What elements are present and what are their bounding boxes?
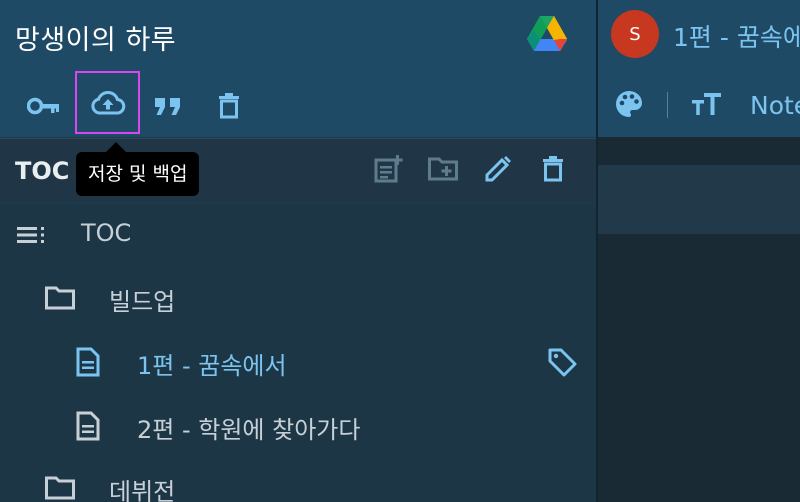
text-size-button[interactable] — [689, 86, 725, 122]
document-icon — [72, 410, 104, 442]
tree-item-label: 빌드업 — [109, 288, 176, 316]
tree-item-label: 2편 - 학원에 찾아가다 — [137, 416, 361, 444]
tree-item-folder[interactable]: 데뷔전 — [0, 458, 596, 502]
backup-button[interactable] — [75, 71, 140, 134]
toc-tree: TOC 빌드업 1편 - 꿈속에서 2편 - 학원에 찾아가다 데뷔전 — [0, 204, 596, 502]
toc-panel-title: TOC — [15, 157, 70, 185]
pencil-icon — [485, 156, 511, 182]
tree-item-folder[interactable]: 빌드업 — [0, 268, 596, 328]
quote-button[interactable] — [150, 88, 186, 124]
cloud-upload-icon — [90, 90, 125, 114]
palette-icon — [616, 91, 642, 117]
key-icon — [27, 97, 59, 115]
tag-icon[interactable] — [546, 346, 578, 378]
app-title: 망생이의 하루 — [15, 25, 177, 56]
avatar-initial: S — [629, 23, 641, 45]
note-add-icon — [374, 155, 403, 183]
folder-icon — [44, 472, 76, 502]
folder-add-icon — [428, 157, 458, 181]
tree-item-label: 데뷔전 — [109, 478, 176, 502]
document-icon — [72, 346, 104, 378]
rename-button[interactable] — [482, 153, 514, 185]
toolbar-separator — [667, 92, 668, 118]
google-drive-icon[interactable] — [527, 16, 567, 52]
app-window: 망생이의 하루 TOC TOC 빌드업 1편 - 꿈속에서 2편 - 학원에 찾… — [0, 0, 800, 502]
avatar[interactable]: S — [611, 10, 659, 58]
folder-icon — [44, 282, 76, 314]
editor-line-band — [598, 165, 800, 234]
list-icon — [16, 219, 48, 251]
left-header: 망생이의 하루 — [0, 0, 596, 137]
editor-header: S 1편 - 꿈속에 Note — [598, 0, 800, 137]
tree-item-note[interactable]: 2편 - 학원에 찾아가다 — [0, 396, 596, 456]
tree-item-toc[interactable]: TOC — [0, 205, 596, 265]
tree-item-label: 1편 - 꿈속에서 — [137, 352, 287, 380]
backup-tooltip: 저장 및 백업 — [76, 142, 200, 196]
text-size-icon — [692, 93, 721, 115]
note-type-label[interactable]: Note — [750, 91, 800, 120]
palette-button[interactable] — [611, 86, 647, 122]
quote-icon — [155, 98, 180, 115]
note-title[interactable]: 1편 - 꿈속에 — [673, 18, 800, 54]
delete-item-button[interactable] — [537, 153, 569, 185]
add-folder-button[interactable] — [427, 153, 459, 185]
key-button[interactable] — [26, 88, 62, 124]
trash-icon — [543, 156, 563, 182]
left-pane: 망생이의 하루 TOC TOC 빌드업 1편 - 꿈속에서 2편 - 학원에 찾… — [0, 0, 596, 502]
tree-item-label: TOC — [81, 219, 132, 247]
editor-pane: S 1편 - 꿈속에 Note — [598, 0, 800, 502]
delete-notebook-button[interactable] — [211, 88, 247, 124]
trash-icon — [219, 93, 239, 119]
tree-item-note-active[interactable]: 1편 - 꿈속에서 — [0, 332, 596, 392]
add-note-button[interactable] — [372, 153, 404, 185]
